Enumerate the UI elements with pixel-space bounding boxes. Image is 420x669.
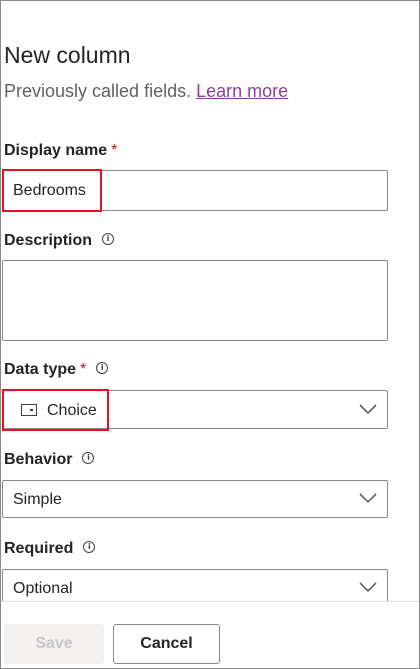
required-asterisk: * bbox=[80, 361, 87, 378]
required-asterisk: * bbox=[111, 142, 118, 159]
display-name-label-text: Display name bbox=[4, 142, 108, 159]
learn-more-link[interactable]: Learn more bbox=[196, 81, 288, 101]
description-label: Description i bbox=[4, 232, 115, 250]
cancel-button[interactable]: Cancel bbox=[113, 624, 220, 664]
description-label-text: Description bbox=[4, 232, 93, 249]
display-name-highlight bbox=[2, 169, 102, 212]
panel-subtitle: Previously called fields. Learn more bbox=[4, 81, 288, 102]
data-type-label-text: Data type bbox=[4, 361, 77, 378]
panel-title: New column bbox=[4, 42, 131, 68]
info-icon[interactable]: i bbox=[102, 233, 115, 245]
chevron-down-icon bbox=[359, 404, 377, 414]
info-icon[interactable]: i bbox=[83, 541, 96, 553]
behavior-label: Behavior i bbox=[4, 451, 95, 469]
description-textarea[interactable] bbox=[2, 260, 388, 341]
display-name-label: Display name * bbox=[4, 142, 117, 160]
required-value: Optional bbox=[13, 580, 73, 597]
behavior-value: Simple bbox=[13, 491, 62, 508]
required-label: Required i bbox=[4, 540, 96, 558]
chevron-down-icon bbox=[359, 493, 377, 503]
panel-footer: Save Cancel bbox=[1, 601, 419, 668]
new-column-panel: New column Previously called fields. Lea… bbox=[0, 0, 420, 669]
behavior-label-text: Behavior bbox=[4, 451, 73, 468]
subtitle-text: Previously called fields. bbox=[4, 81, 192, 101]
info-icon[interactable]: i bbox=[96, 362, 109, 374]
info-icon[interactable]: i bbox=[82, 452, 95, 464]
data-type-highlight bbox=[2, 389, 109, 431]
behavior-dropdown[interactable]: Simple bbox=[2, 480, 388, 518]
data-type-label: Data type * i bbox=[4, 361, 109, 379]
chevron-down-icon bbox=[359, 582, 377, 592]
save-button[interactable]: Save bbox=[4, 624, 104, 664]
required-label-text: Required bbox=[4, 540, 74, 557]
